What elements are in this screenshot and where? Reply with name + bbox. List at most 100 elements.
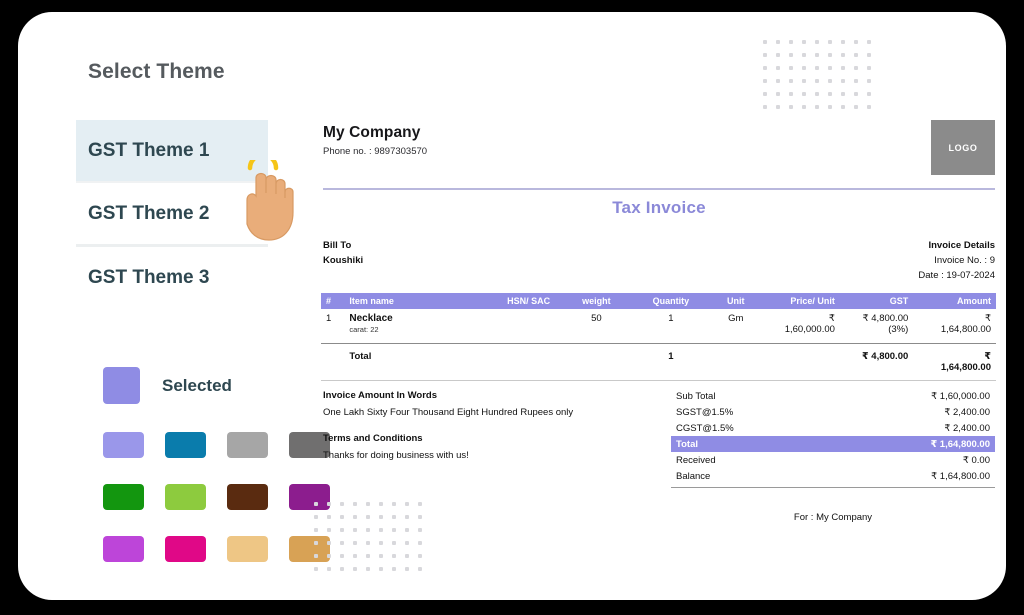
decorative-dot bbox=[418, 528, 422, 532]
decorative-dot bbox=[854, 40, 858, 44]
summary-row: Sub Total ₹ 1,60,000.00 bbox=[671, 388, 995, 404]
decorative-dot bbox=[763, 105, 767, 109]
summary-label: Balance bbox=[676, 470, 711, 482]
decorative-dot bbox=[314, 541, 318, 545]
decorative-dot bbox=[392, 554, 396, 558]
decorative-dot bbox=[327, 502, 331, 506]
decorative-dot bbox=[867, 79, 871, 83]
decorative-dot bbox=[314, 567, 318, 571]
decorative-dot bbox=[841, 79, 845, 83]
decorative-dot bbox=[327, 567, 331, 571]
decorative-dot bbox=[815, 40, 819, 44]
palette-swatch-5[interactable] bbox=[103, 484, 144, 510]
cell-total-quantity: 1 bbox=[629, 343, 713, 381]
decorative-dot bbox=[776, 105, 780, 109]
cell-total-amount: ₹1,64,800.00 bbox=[913, 343, 996, 381]
summary-label: Received bbox=[676, 454, 716, 466]
selected-color-label: Selected bbox=[162, 375, 232, 395]
decorative-dot bbox=[327, 554, 331, 558]
palette-swatch-3[interactable] bbox=[227, 432, 268, 458]
decorative-dot bbox=[828, 53, 832, 57]
decorative-dot bbox=[392, 502, 396, 506]
bill-to-block: Bill To Koushiki bbox=[323, 238, 363, 268]
column-header: # bbox=[321, 293, 345, 309]
decorative-dot bbox=[353, 515, 357, 519]
decorative-dot bbox=[366, 554, 370, 558]
decorative-dot bbox=[815, 92, 819, 96]
palette-swatch-1[interactable] bbox=[103, 432, 144, 458]
decorative-dot bbox=[763, 53, 767, 57]
decorative-dot bbox=[405, 515, 409, 519]
decorative-dot bbox=[418, 541, 422, 545]
palette-swatch-11[interactable] bbox=[227, 536, 268, 562]
decorative-dot bbox=[379, 528, 383, 532]
palette-swatch-7[interactable] bbox=[227, 484, 268, 510]
decorative-dot bbox=[854, 66, 858, 70]
bill-to-label: Bill To bbox=[323, 240, 352, 251]
theme-option-3[interactable]: GST Theme 3 bbox=[76, 247, 268, 308]
column-header: Unit bbox=[712, 293, 759, 309]
summary-value: ₹ 1,60,000.00 bbox=[931, 390, 990, 402]
decorative-dot bbox=[392, 515, 396, 519]
column-header: Quantity bbox=[629, 293, 713, 309]
color-palette[interactable] bbox=[103, 432, 330, 562]
decorative-dot bbox=[353, 567, 357, 571]
summary-row: Received ₹ 0.00 bbox=[671, 452, 995, 468]
decorative-dot bbox=[314, 554, 318, 558]
decorative-dot bbox=[828, 105, 832, 109]
decorative-dot bbox=[379, 502, 383, 506]
cell-empty bbox=[712, 343, 759, 381]
cell-weight: 50 bbox=[563, 309, 630, 344]
summary-row: SGST@1.5% ₹ 2,400.00 bbox=[671, 404, 995, 420]
bill-to-name: Koushiki bbox=[323, 255, 364, 266]
decorative-dot bbox=[841, 92, 845, 96]
cell-index: 1 bbox=[321, 309, 345, 344]
palette-swatch-6[interactable] bbox=[165, 484, 206, 510]
theme-option-label: GST Theme 2 bbox=[88, 202, 210, 224]
decorative-dot bbox=[379, 567, 383, 571]
decorative-dot bbox=[776, 53, 780, 57]
palette-swatch-10[interactable] bbox=[165, 536, 206, 562]
decorative-dot bbox=[789, 66, 793, 70]
decorative-dot bbox=[828, 40, 832, 44]
summary-row: Balance ₹ 1,64,800.00 bbox=[671, 468, 995, 484]
decorative-dot bbox=[366, 502, 370, 506]
cell-item-name: Necklace carat: 22 bbox=[344, 309, 494, 344]
decorative-dot bbox=[802, 105, 806, 109]
invoice-details-block: Invoice Details Invoice No. : 9 Date : 1… bbox=[918, 238, 995, 283]
decorative-dot bbox=[867, 92, 871, 96]
decorative-dot bbox=[418, 554, 422, 558]
palette-swatch-2[interactable] bbox=[165, 432, 206, 458]
cell-hsn bbox=[493, 309, 564, 344]
decorative-dot bbox=[789, 53, 793, 57]
decorative-dot bbox=[841, 66, 845, 70]
cell-total-gst: ₹ 4,800.00 bbox=[839, 343, 914, 381]
decorative-dot bbox=[340, 515, 344, 519]
decorative-dot bbox=[841, 53, 845, 57]
decorative-dot bbox=[327, 528, 331, 532]
decorative-dot bbox=[802, 53, 806, 57]
hand-cursor-icon bbox=[233, 152, 303, 250]
decorative-dot bbox=[405, 554, 409, 558]
cell-empty bbox=[563, 343, 630, 381]
decorative-dot bbox=[776, 92, 780, 96]
decorative-dot bbox=[353, 502, 357, 506]
decorative-dot-grid-bottom bbox=[314, 502, 422, 571]
terms-block: Terms and Conditions Thanks for doing bu… bbox=[323, 433, 469, 461]
cell-quantity: 1 bbox=[629, 309, 713, 344]
decorative-dot bbox=[405, 502, 409, 506]
column-header: Amount bbox=[913, 293, 996, 309]
decorative-dot bbox=[789, 92, 793, 96]
decorative-dot bbox=[353, 554, 357, 558]
decorative-dot bbox=[867, 105, 871, 109]
decorative-dot bbox=[828, 66, 832, 70]
palette-swatch-9[interactable] bbox=[103, 536, 144, 562]
line-items-table: # Item name HSN/ SAC weight Quantity Unit Pric… bbox=[321, 293, 996, 381]
app-card: Select Theme GST Theme 1 GST Theme 2 GST T… bbox=[18, 12, 1006, 600]
decorative-dot bbox=[815, 53, 819, 57]
terms-text: Thanks for doing business with us! bbox=[323, 450, 469, 461]
decorative-dot bbox=[353, 528, 357, 532]
summary-value: ₹ 2,400.00 bbox=[944, 406, 990, 418]
theme-option-label: GST Theme 1 bbox=[88, 139, 210, 161]
column-header: HSN/ SAC bbox=[493, 293, 564, 309]
